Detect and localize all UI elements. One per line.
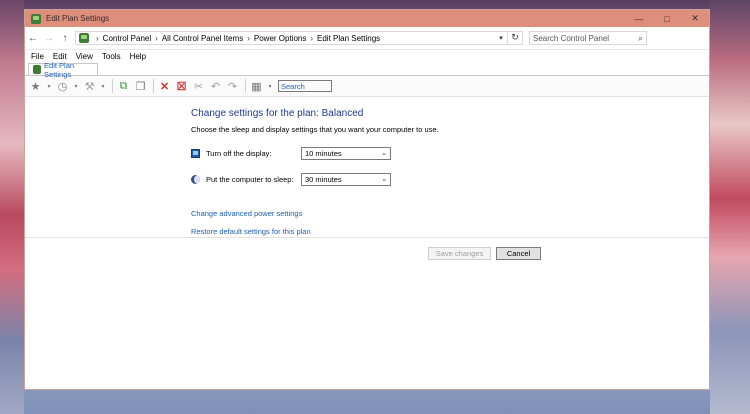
window-title: Edit Plan Settings — [46, 14, 110, 23]
undo-icon[interactable]: ↶ — [208, 79, 223, 94]
title-bar[interactable]: Edit Plan Settings — □ ✕ — [25, 10, 709, 27]
page-title: Change settings for the plan: Balanced — [191, 108, 364, 119]
breadcrumb-separator: › — [247, 33, 250, 43]
search-icon[interactable]: ⌕ — [638, 33, 643, 44]
display-timeout-value: 10 minutes — [305, 148, 342, 158]
chevron-down-icon: ⌄ — [381, 176, 387, 183]
control-panel-icon — [79, 33, 89, 43]
menu-help[interactable]: Help — [130, 52, 146, 61]
chevron-down-icon[interactable]: ▾ — [99, 79, 107, 94]
desktop-background-left — [0, 0, 24, 414]
advanced-power-settings-link[interactable]: Change advanced power settings — [191, 209, 302, 218]
desktop-background-right — [710, 0, 750, 414]
toolbar-search-input[interactable]: Search — [278, 80, 332, 92]
delete-icon[interactable]: ✕ — [157, 79, 172, 94]
chevron-down-icon[interactable]: ▾ — [72, 79, 80, 94]
breadcrumb-edit-plan-settings[interactable]: Edit Plan Settings — [317, 34, 380, 43]
search-control-panel-input[interactable]: Search Control Panel ⌕ — [529, 31, 647, 45]
up-arrow-icon[interactable]: ↑ — [57, 30, 73, 46]
breadcrumb-control-panel[interactable]: Control Panel — [103, 34, 151, 43]
chevron-down-icon[interactable]: ▾ — [266, 79, 274, 94]
sleep-timeout-value: 30 minutes — [305, 174, 342, 184]
maximize-button[interactable]: □ — [653, 10, 681, 27]
sleep-setting-row: Put the computer to sleep: 30 minutes ⌄ — [191, 172, 391, 186]
move-icon[interactable]: ⧉ — [116, 79, 131, 94]
menu-file[interactable]: File — [31, 52, 44, 61]
restore-defaults-link[interactable]: Restore default settings for this plan — [191, 227, 311, 236]
toolbar: ★ ▾ ◷ ▾ ⚒ ▾ ⧉ ❐ ✕ ☒ ✂ ↶ ↷ ▦ ▾ Search — [25, 76, 709, 97]
favorites-star-icon[interactable]: ★ — [28, 79, 43, 94]
edit-plan-settings-window: Edit Plan Settings — □ ✕ ← → ↑ › Control… — [24, 9, 710, 390]
power-options-icon — [33, 65, 42, 74]
remove-icon[interactable]: ☒ — [174, 79, 189, 94]
display-setting-row: Turn off the display: 10 minutes ⌄ — [191, 146, 391, 160]
toolbar-divider — [153, 79, 154, 93]
tab-edit-plan-settings[interactable]: Edit Plan Settings — [28, 61, 98, 79]
forward-arrow-icon[interactable]: → — [41, 30, 57, 46]
address-bar-row: ← → ↑ › Control Panel › All Control Pane… — [25, 27, 709, 50]
close-button[interactable]: ✕ — [681, 10, 709, 27]
back-arrow-icon[interactable]: ← — [25, 30, 41, 46]
refresh-icon[interactable]: ↻ — [507, 32, 522, 44]
redo-icon[interactable]: ↷ — [225, 79, 240, 94]
breadcrumb-separator: › — [155, 33, 158, 43]
main-content: Change settings for the plan: Balanced C… — [25, 97, 709, 371]
chevron-down-icon: ⌄ — [381, 150, 387, 157]
address-actions: ▾ ↻ — [495, 32, 522, 44]
page-subtitle: Choose the sleep and display settings th… — [191, 125, 439, 134]
cancel-button[interactable]: Cancel — [496, 247, 541, 260]
menu-bar: File Edit View Tools Help — [25, 50, 709, 63]
toolbar-search-placeholder: Search — [281, 81, 305, 91]
save-changes-button[interactable]: Save changes — [428, 247, 491, 260]
tab-label: Edit Plan Settings — [44, 60, 75, 79]
tools-icon[interactable]: ⚒ — [82, 79, 97, 94]
minimize-button[interactable]: — — [625, 10, 653, 27]
menu-tools[interactable]: Tools — [102, 52, 121, 61]
breadcrumb-power-options[interactable]: Power Options — [254, 34, 306, 43]
toolbar-divider — [112, 79, 113, 93]
display-setting-label: Turn off the display: — [206, 148, 272, 158]
search-placeholder: Search Control Panel — [533, 33, 610, 43]
window-controls: — □ ✕ — [625, 10, 709, 27]
sleep-timeout-select[interactable]: 30 minutes ⌄ — [301, 172, 391, 186]
chevron-down-icon[interactable]: ▾ — [45, 79, 53, 94]
breadcrumb-separator: › — [310, 33, 314, 43]
content-divider — [25, 237, 709, 238]
moon-icon — [191, 174, 200, 184]
chevron-down-icon[interactable]: ▾ — [495, 34, 507, 42]
power-options-icon — [31, 13, 41, 24]
tab-row: Edit Plan Settings — [25, 61, 709, 79]
view-options-icon[interactable]: ▦ — [249, 79, 264, 94]
breadcrumb-all-items[interactable]: All Control Panel Items — [162, 34, 243, 43]
cut-icon[interactable]: ✂ — [191, 79, 206, 94]
copy-icon[interactable]: ❐ — [133, 79, 148, 94]
sleep-setting-label: Put the computer to sleep: — [206, 174, 294, 184]
history-clock-icon[interactable]: ◷ — [55, 79, 70, 94]
address-field[interactable]: › Control Panel › All Control Panel Item… — [75, 31, 523, 45]
display-timeout-select[interactable]: 10 minutes ⌄ — [301, 146, 391, 160]
toolbar-divider — [245, 79, 246, 93]
breadcrumb-separator: › — [96, 33, 99, 43]
monitor-icon — [191, 148, 200, 158]
